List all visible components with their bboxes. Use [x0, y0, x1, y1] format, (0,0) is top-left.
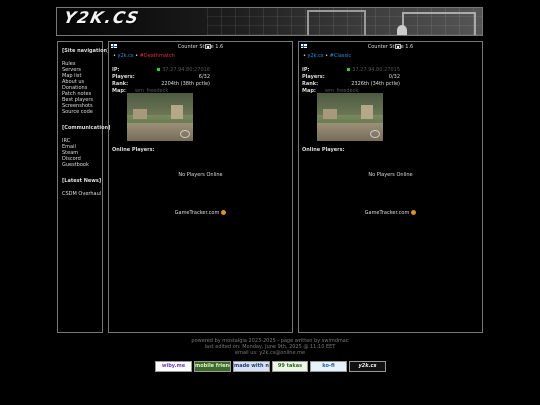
communication-heading: [Communication]	[62, 125, 111, 131]
player-count: 0/32	[388, 74, 400, 80]
gametracker-label[interactable]: GameTracker.com	[365, 210, 410, 216]
server-mode[interactable]: #Deathmatch	[140, 53, 175, 59]
map-label: Map:	[112, 88, 126, 94]
news-heading: [Latest News]	[62, 178, 102, 184]
gametracker-icon	[221, 210, 227, 215]
communication-list: IRC Email Steam Discord Guestbook	[62, 138, 98, 168]
server-name[interactable]: • y2k.cs • #Deathmatch	[113, 53, 175, 59]
badge-ko-fi[interactable]: ko-fi	[310, 361, 347, 372]
server-host[interactable]: y2k.cs	[308, 53, 324, 59]
comm-link-guestbook[interactable]: Guestbook	[62, 162, 89, 168]
nav-list: Rules Servers Map list About us Donation…	[62, 61, 98, 115]
online-status-icon	[157, 68, 161, 71]
server-info: IP: 37.27.94.80:27016 Players: 6/32 Rank: 2…	[112, 67, 210, 95]
no-players-text: No Players Online	[178, 172, 223, 178]
news-list: CSDM Overhaul	[62, 191, 101, 197]
server-host[interactable]: y2k.cs	[118, 53, 134, 59]
server-rank: 2204th (38th pctle)	[161, 81, 210, 87]
game-icon: ▪	[205, 44, 211, 49]
server-ip: 37.27.94.80:27016	[162, 67, 210, 73]
nav-heading: [Site navigation]	[62, 48, 110, 54]
banner-goal-frame	[402, 12, 476, 35]
online-status-icon	[347, 68, 351, 71]
banner-player-figure	[397, 25, 407, 35]
rank-label: Rank:	[302, 81, 319, 87]
game-icon: ▪	[395, 44, 401, 49]
online-players-label: Online Players:	[302, 147, 345, 153]
map-preview-image	[317, 93, 383, 141]
online-players-label: Online Players:	[112, 147, 155, 153]
gametracker-label[interactable]: GameTracker.com	[175, 210, 220, 216]
gametracker-link[interactable]: GameTracker.com	[299, 210, 482, 216]
server-title: Counter Strike 1.6	[177, 44, 224, 50]
player-count: 6/32	[198, 74, 210, 80]
badge-wiby[interactable]: wiby.me	[155, 361, 192, 372]
ip-label: IP:	[302, 67, 310, 73]
gametracker-link[interactable]: GameTracker.com	[109, 210, 292, 216]
badge-made-with-notepad[interactable]: made with notepad	[233, 361, 270, 372]
badge-99-takas[interactable]: 99 takas	[272, 361, 308, 372]
server-title: Counter Strike 1.6	[367, 44, 414, 50]
watermark-icon	[370, 130, 380, 138]
badge-mobile-friendly[interactable]: mobile friendly	[194, 361, 231, 372]
ip-label: IP:	[112, 67, 120, 73]
players-label: Players:	[302, 74, 325, 80]
server-ip: 37.27.94.80:27015	[352, 67, 400, 73]
watermark-icon	[180, 130, 190, 138]
no-players-text: No Players Online	[368, 172, 413, 178]
server-panel-classic: Counter Strike 1.6 ▪ • y2k.cs • #Classic…	[298, 41, 483, 333]
nav-link-source-code[interactable]: Source code	[62, 109, 93, 115]
server-mode[interactable]: #Classic	[330, 53, 351, 59]
players-label: Players:	[112, 74, 135, 80]
news-link-csdm-overhaul[interactable]: CSDM Overhaul	[62, 191, 101, 197]
footer-email[interactable]: email us: y2k.cs@online.me	[0, 350, 540, 356]
map-preview-image	[127, 93, 193, 141]
server-info: IP: 37.27.94.80:27015 Players: 0/32 Rank: 2…	[302, 67, 400, 95]
gametracker-icon	[411, 210, 417, 215]
server-name[interactable]: • y2k.cs • #Classic	[303, 53, 351, 59]
badge-y2k-cs[interactable]: y2k.cs	[349, 361, 386, 372]
server-panel-deathmatch: Counter Strike 1.6 ▪ • y2k.cs • #Deathma…	[108, 41, 293, 333]
site-logo[interactable]: Y2K.CS	[62, 8, 142, 27]
rank-label: Rank:	[112, 81, 129, 87]
server-rank: 2326th (34th pctle)	[351, 81, 400, 87]
sidebar: [Site navigation] Rules Servers Map list…	[57, 41, 111, 333]
map-label: Map:	[302, 88, 316, 94]
banner-goal-frame	[307, 10, 366, 35]
